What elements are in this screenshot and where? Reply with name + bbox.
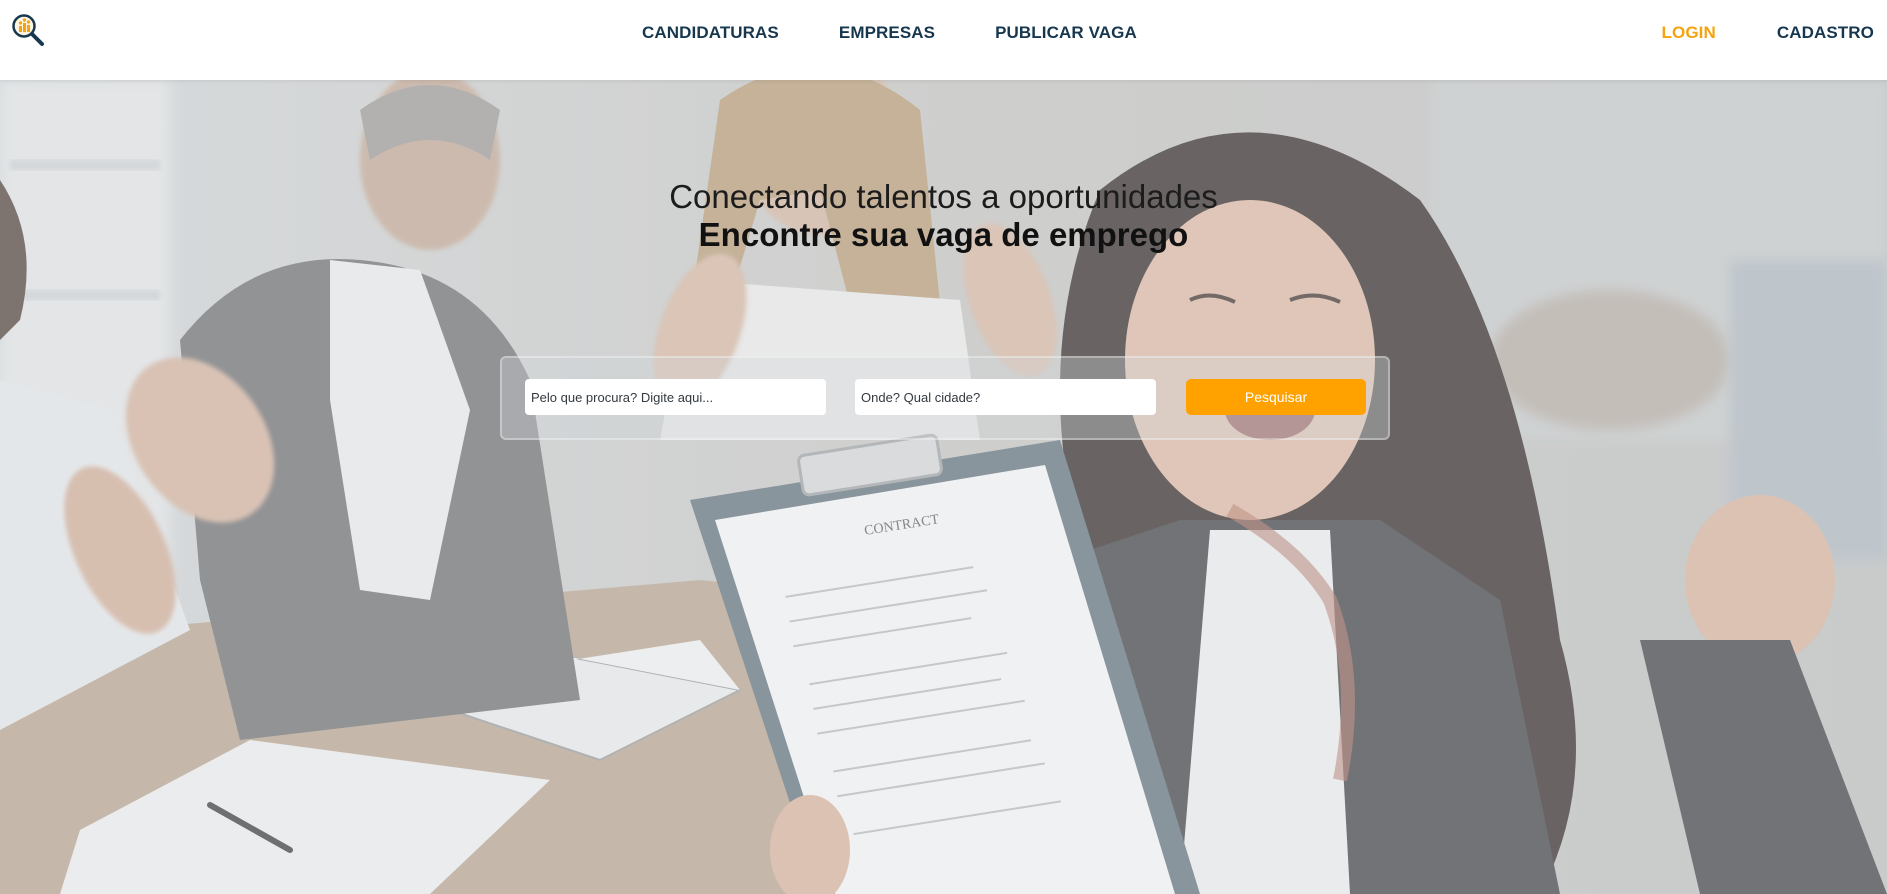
magnifier-people-logo-icon[interactable] bbox=[10, 12, 46, 48]
top-navbar: CANDIDATURAS EMPRESAS PUBLICAR VAGA LOGI… bbox=[0, 0, 1887, 80]
hero-section: CONTRACT Conectando talentos a oportunid… bbox=[0, 80, 1887, 894]
signup-link[interactable]: CADASTRO bbox=[1777, 23, 1874, 43]
nav-link-candidaturas[interactable]: CANDIDATURAS bbox=[642, 23, 779, 43]
search-city-input[interactable] bbox=[855, 379, 1156, 415]
nav-link-empresas[interactable]: EMPRESAS bbox=[839, 23, 935, 43]
nav-link-publicar-vaga[interactable]: PUBLICAR VAGA bbox=[995, 23, 1137, 43]
hero-headline: Encontre sua vaga de emprego bbox=[698, 216, 1189, 253]
job-search-form: Pesquisar bbox=[500, 356, 1390, 440]
hero-tagline: Conectando talentos a oportunidades bbox=[669, 178, 1218, 215]
login-link[interactable]: LOGIN bbox=[1662, 23, 1716, 43]
search-button[interactable]: Pesquisar bbox=[1186, 379, 1366, 415]
auth-links: LOGIN CADASTRO bbox=[1662, 23, 1874, 43]
search-keyword-input[interactable] bbox=[525, 379, 826, 415]
main-nav: CANDIDATURAS EMPRESAS PUBLICAR VAGA bbox=[642, 23, 1137, 43]
